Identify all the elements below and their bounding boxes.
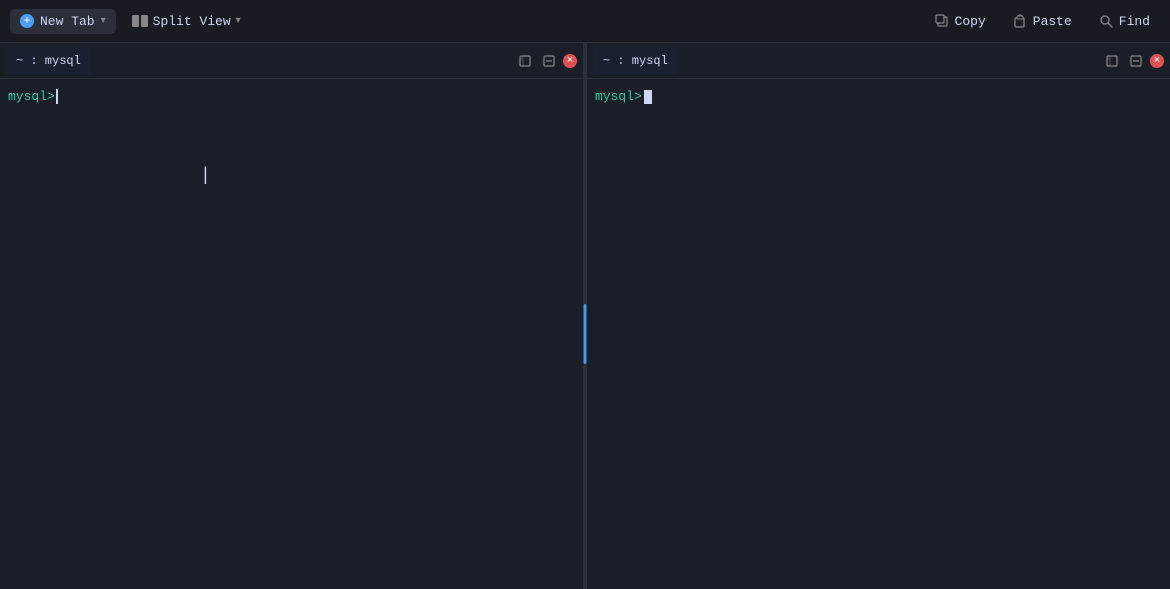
left-prompt-text: mysql> <box>8 87 55 107</box>
right-prompt-text: mysql> <box>595 87 642 107</box>
left-terminal-content: mysql> <box>0 79 583 115</box>
right-terminal-pane[interactable]: mysql> <box>587 79 1170 589</box>
new-tab-label: New Tab <box>40 14 95 29</box>
right-tab-close-button[interactable] <box>1150 54 1164 68</box>
left-terminal-pane[interactable]: mysql> | <box>0 79 583 589</box>
right-tab-item[interactable]: ~ : mysql <box>593 47 678 75</box>
left-tab-expand-button[interactable] <box>515 51 535 71</box>
plus-icon: + <box>20 14 34 28</box>
split-view-chevron-icon: ▾ <box>236 15 241 27</box>
right-tab-controls <box>1102 51 1164 71</box>
right-terminal-content: mysql> <box>587 79 1170 115</box>
right-cursor <box>644 90 652 104</box>
right-tab-expand-button[interactable] <box>1102 51 1122 71</box>
right-tab-minimize-button[interactable] <box>1126 51 1146 71</box>
text-cursor-indicator: | <box>200 167 202 183</box>
left-tab-controls <box>515 51 577 71</box>
find-button[interactable]: Find <box>1088 8 1160 34</box>
left-pane-tab-bar: ~ : mysql <box>0 43 583 78</box>
tab-bars: ~ : mysql ~ : mysql <box>0 43 1170 79</box>
find-label: Find <box>1119 14 1150 29</box>
left-terminal-prompt: mysql> <box>8 87 575 107</box>
right-pane-tab-bar: ~ : mysql <box>587 43 1170 78</box>
copy-label: Copy <box>955 14 986 29</box>
toolbar: + New Tab ▾ Split View ▾ Copy <box>0 0 1170 43</box>
toolbar-right: Copy Paste Find <box>924 8 1160 34</box>
split-view-label: Split View <box>153 14 231 29</box>
toolbar-left: + New Tab ▾ Split View ▾ <box>10 9 916 34</box>
paste-button[interactable]: Paste <box>1002 8 1082 34</box>
search-icon <box>1098 13 1114 29</box>
right-terminal-prompt: mysql> <box>595 87 1162 107</box>
left-tab-item[interactable]: ~ : mysql <box>6 47 91 75</box>
copy-icon <box>934 13 950 29</box>
new-tab-button[interactable]: + New Tab ▾ <box>10 9 116 34</box>
paste-icon <box>1012 13 1028 29</box>
left-tab-title: ~ : mysql <box>16 54 81 68</box>
new-tab-chevron-icon: ▾ <box>101 15 106 27</box>
right-tab-title: ~ : mysql <box>603 54 668 68</box>
paste-label: Paste <box>1033 14 1072 29</box>
copy-button[interactable]: Copy <box>924 8 996 34</box>
left-tab-minimize-button[interactable] <box>539 51 559 71</box>
split-view-icon <box>132 15 148 27</box>
panes-container: mysql> | mysql> <box>0 79 1170 589</box>
split-view-button[interactable]: Split View ▾ <box>124 9 249 34</box>
left-tab-close-button[interactable] <box>563 54 577 68</box>
left-cursor <box>56 89 58 104</box>
